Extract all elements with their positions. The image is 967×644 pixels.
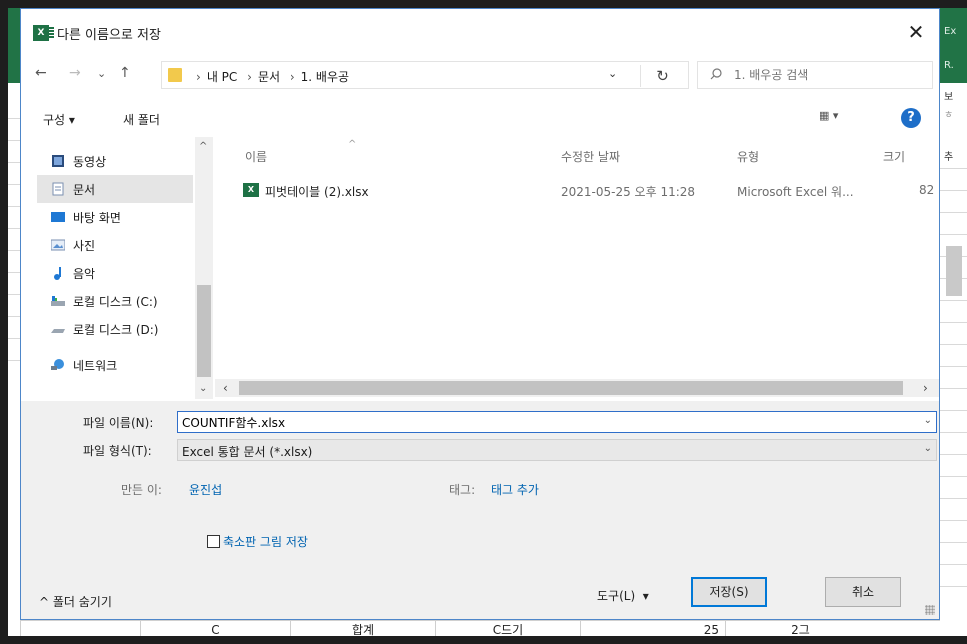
- view-options-button[interactable]: ▦ ▾: [819, 109, 863, 129]
- search-input[interactable]: [734, 66, 924, 84]
- file-type: Microsoft Excel 워...: [737, 185, 854, 199]
- network-icon: [51, 359, 64, 370]
- search-box[interactable]: [697, 61, 933, 89]
- excel-ribbon-text: R.: [944, 60, 954, 71]
- scrollbar-thumb[interactable]: [197, 285, 211, 377]
- excel-ribbon-text: Ex: [944, 26, 957, 37]
- excel-cell: C드기: [435, 621, 580, 636]
- excel-ribbon-text: ㅎ: [944, 110, 954, 121]
- chevron-down-icon[interactable]: ⌄: [199, 383, 207, 394]
- author-value[interactable]: 윤진섭: [189, 481, 222, 498]
- excel-file-icon: X: [243, 183, 259, 197]
- excel-cell: 2그: [725, 621, 875, 636]
- breadcrumb: › 내 PC › 문서 › 1. 배우공: [196, 70, 350, 84]
- address-row: ← → ⌄ ↑ › 내 PC › 문서 › 1. 배우공 ⌄ ↻: [21, 59, 939, 91]
- excel-cell: 25: [580, 621, 725, 636]
- excel-cell: C: [140, 621, 290, 636]
- filename-field[interactable]: ⌄: [177, 411, 937, 433]
- sort-ascending-icon: ^: [348, 139, 357, 150]
- nav-item-network[interactable]: 네트워크: [37, 351, 193, 379]
- refresh-icon[interactable]: ↻: [640, 65, 684, 87]
- chevron-down-icon[interactable]: ⌄: [608, 67, 617, 80]
- close-button[interactable]: ✕: [893, 9, 939, 55]
- dialog-titlebar[interactable]: X 다른 이름으로 저장 ✕: [21, 9, 939, 55]
- file-row[interactable]: X 피벗테이블 (2).xlsx 2021-05-25 오후 11:28 Mic…: [225, 177, 939, 203]
- column-header-type[interactable]: 유형: [737, 148, 759, 165]
- excel-app-icon: X: [33, 25, 54, 41]
- nav-item-drive-c[interactable]: 로컬 디스크 (C:): [37, 287, 193, 315]
- excel-cell: 합계: [290, 621, 435, 636]
- save-button[interactable]: 저장(S): [691, 577, 767, 607]
- excel-window-right-edge: Ex R. 보 ㅎ 추: [940, 8, 967, 636]
- excel-ribbon-text: 보: [944, 92, 954, 103]
- filename-label: 파일 이름(N):: [83, 416, 154, 430]
- excel-sheet-row: C 합계 C드기 25 2그: [20, 620, 940, 636]
- nav-item-desktop[interactable]: 바탕 화면: [37, 203, 193, 231]
- filetype-select[interactable]: Excel 통합 문서 (*.xlsx) ⌄: [177, 439, 937, 461]
- file-list: ^ 이름 수정한 날짜 유형 크기 X 피벗테이블 (2).xlsx 2021-…: [215, 137, 939, 399]
- column-header-name[interactable]: 이름: [245, 148, 267, 165]
- resize-grip[interactable]: [925, 605, 935, 615]
- nav-item-videos[interactable]: 동영상: [37, 147, 193, 175]
- drive-icon: [51, 329, 65, 333]
- chevron-right-icon[interactable]: ›: [923, 381, 928, 395]
- author-label: 만든 이:: [121, 483, 162, 497]
- back-icon[interactable]: ←: [35, 65, 47, 81]
- excel-scrollbar-thumb: [946, 246, 962, 296]
- desktop-icon: [51, 212, 65, 222]
- breadcrumb-item-this-pc[interactable]: 내 PC: [207, 70, 237, 84]
- help-icon[interactable]: ?: [901, 108, 921, 128]
- nav-item-pictures[interactable]: 사진: [37, 231, 193, 259]
- navpane-scrollbar[interactable]: ^ ⌄: [195, 137, 213, 399]
- dialog-title: 다른 이름으로 저장: [57, 28, 161, 43]
- folder-icon: [168, 68, 182, 82]
- navigation-pane: 동영상 문서 바탕 화면 사진 음악 로컬 디스크 (C:) 로컬 디스크 (D…: [21, 137, 215, 399]
- filetype-label: 파일 형식(T):: [83, 444, 152, 458]
- nav-item-documents[interactable]: 문서: [37, 175, 193, 203]
- search-icon: [710, 68, 722, 80]
- chevron-down-icon[interactable]: ⌄: [924, 415, 932, 426]
- cancel-button[interactable]: 취소: [825, 577, 901, 607]
- address-bar[interactable]: › 내 PC › 문서 › 1. 배우공 ⌄ ↻: [161, 61, 689, 89]
- column-header-size[interactable]: 크기: [883, 148, 905, 165]
- file-list-hscrollbar[interactable]: ‹ ›: [215, 379, 939, 397]
- column-header-modified[interactable]: 수정한 날짜: [561, 148, 620, 165]
- hide-folders-button[interactable]: ^ 폴더 숨기기: [39, 593, 112, 610]
- file-size: 82: [919, 183, 935, 197]
- save-thumbnail-checkbox[interactable]: [207, 535, 220, 548]
- document-icon: [52, 182, 64, 196]
- excel-column-header: 추: [944, 152, 954, 163]
- save-as-dialog: X 다른 이름으로 저장 ✕ ← → ⌄ ↑ › 내 PC › 문서 › 1. 배우공…: [20, 8, 940, 620]
- recent-locations-icon[interactable]: ⌄: [97, 67, 106, 80]
- filetype-value: Excel 통합 문서 (*.xlsx): [182, 445, 313, 459]
- save-thumbnail-label[interactable]: 축소판 그림 저장: [223, 533, 308, 550]
- up-folder-icon[interactable]: ↑: [119, 65, 131, 81]
- tags-value[interactable]: 태그 추가: [491, 481, 539, 498]
- scrollbar-thumb[interactable]: [239, 381, 903, 395]
- tags-label: 태그:: [449, 483, 476, 497]
- drive-icon: [51, 296, 65, 306]
- video-icon: [52, 155, 64, 167]
- file-name: 피벗테이블 (2).xlsx: [265, 185, 369, 199]
- nav-item-music[interactable]: 음악: [37, 259, 193, 287]
- forward-icon[interactable]: →: [69, 65, 81, 81]
- pictures-icon: [51, 239, 65, 251]
- breadcrumb-item-folder[interactable]: 1. 배우공: [301, 70, 349, 84]
- chevron-up-icon[interactable]: ^: [199, 141, 207, 152]
- filename-input[interactable]: [178, 412, 918, 432]
- music-icon: [54, 267, 61, 280]
- breadcrumb-item-documents[interactable]: 문서: [258, 70, 280, 84]
- command-bar: 구성 ▾ 새 폴더 ▦ ▾ ?: [21, 101, 939, 137]
- file-modified: 2021-05-25 오후 11:28: [561, 185, 696, 199]
- excel-window-left-edge: [8, 8, 20, 636]
- chevron-down-icon[interactable]: ⌄: [924, 443, 932, 454]
- new-folder-button[interactable]: 새 폴더: [123, 111, 160, 128]
- chevron-left-icon[interactable]: ‹: [223, 381, 228, 395]
- nav-item-drive-d[interactable]: 로컬 디스크 (D:): [37, 315, 193, 343]
- save-options: 파일 이름(N): ⌄ 파일 형식(T): Excel 통합 문서 (*.xls…: [21, 401, 939, 619]
- organize-button[interactable]: 구성 ▾: [43, 111, 75, 128]
- tools-button[interactable]: 도구(L) ▾: [597, 587, 649, 604]
